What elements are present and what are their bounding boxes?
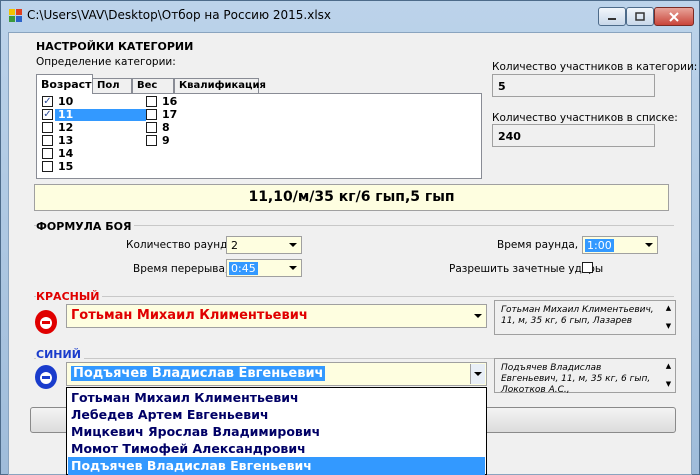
tab-qualification[interactable]: Квалификация [174,78,266,93]
red-fighter-select[interactable]: Готьман Михаил Климентьевич [66,304,487,328]
dropdown-item[interactable]: Момот Тимофей Александрович [68,440,485,458]
age-checkbox[interactable] [146,122,157,133]
chevron-down-icon [645,243,653,247]
maximize-button[interactable] [626,7,654,26]
count-in-category-label: Количество участников в категории: [492,61,698,73]
dropdown-item[interactable]: Готьман Михаил Климентьевич [68,389,485,407]
age-checkbox[interactable] [42,148,53,159]
title-bar[interactable]: C:\Users\VAV\Desktop\Отбор на Россию 201… [0,0,700,32]
age-option-label: 14 [58,147,74,160]
rounds-select[interactable]: 2 [226,236,302,254]
blue-fighter-name: Подъячев Владислав Евгеньевич [71,366,326,381]
age-option-label: 10 [58,95,74,108]
red-corner-header: КРАСНЫЙ [36,290,103,303]
age-option-label: 13 [58,134,74,147]
count-in-list-label: Количество участников в списке: [492,112,678,124]
scroll-up-icon[interactable]: ▲ [664,303,673,314]
age-option-label: 9 [162,134,170,147]
dropdown-item[interactable]: Подъячев Владислав Евгеньевич [68,457,485,475]
age-checkbox[interactable] [42,161,53,172]
break-time-select[interactable]: 0:45 [226,259,302,277]
age-checkbox[interactable] [146,109,157,120]
blue-fighter-info: Подъячев Владислав Евгеньевич, 11, м, 35… [494,358,676,395]
allow-scoring-label: Разрешить зачетные удары [449,263,604,275]
blue-fighter-select[interactable]: Подъячев Владислав Евгеньевич [66,362,487,386]
chevron-down-icon [289,243,297,247]
close-icon [669,11,679,22]
round-time-select[interactable]: 1:00 [582,236,658,254]
break-time-label: Время перерыва, с: [133,263,241,275]
chevron-down-icon [289,266,297,270]
scrollbar[interactable]: ▲ ▼ [664,361,673,390]
minimize-button[interactable] [598,7,626,26]
group-divider [34,296,674,297]
age-checkbox[interactable] [146,135,157,146]
blue-fighter-dropdown-list[interactable]: Готьман Михаил Климентьевич Лебедев Артем… [66,387,487,475]
category-settings-header: НАСТРОЙКИ КАТЕГОРИИ [36,40,194,53]
age-checkbox[interactable] [42,135,53,146]
window-title: C:\Users\VAV\Desktop\Отбор на Россию 201… [27,8,332,22]
close-button[interactable] [654,7,694,26]
age-checkbox[interactable] [42,122,53,133]
age-option-label: 17 [162,108,178,121]
age-checkbox[interactable]: ✓ [42,109,53,120]
scrollbar[interactable]: ▲ ▼ [664,303,673,332]
red-fighter-info: Готьман Михаил Климентьевич, 11, м, 35 к… [494,300,676,335]
age-checklist[interactable] [36,93,482,179]
tab-age[interactable]: Возраст [36,74,93,94]
round-time-value: 1:00 [585,239,614,252]
age-checkbox[interactable] [146,96,157,107]
maximize-icon [635,11,645,21]
dropdown-item[interactable]: Мицкевич Ярослав Владимирович [68,423,485,441]
red-helmet-icon [35,310,57,334]
allow-scoring-checkbox[interactable] [582,262,593,273]
age-option-label: 11 [58,108,74,121]
age-option-label: 16 [162,95,178,108]
app-icon [9,9,22,22]
count-in-category-field: 5 [492,74,655,97]
break-time-value: 0:45 [229,262,258,275]
age-checkbox[interactable]: ✓ [42,96,53,107]
dropdown-item[interactable]: Лебедев Артем Евгеньевич [68,406,485,424]
rounds-value: 2 [231,239,238,252]
tab-gender[interactable]: Пол [92,78,132,93]
minimize-icon [608,17,616,20]
red-fighter-name: Готьман Михаил Климентьевич [71,308,308,323]
age-option-label: 15 [58,160,74,173]
blue-helmet-icon [35,365,57,389]
category-definition-label: Определение категории: [36,56,176,68]
chevron-down-icon [474,314,482,318]
tab-weight[interactable]: Вес [132,78,174,93]
round-time-label: Время раунда, с: [497,239,591,251]
blue-fighter-info-text: Подъячев Владислав Евгеньевич, 11, м, 35… [501,363,651,395]
count-in-list-field: 240 [492,124,655,147]
blue-corner-header: СИНИЙ [36,348,84,361]
scroll-up-icon[interactable]: ▲ [664,361,673,372]
scroll-down-icon[interactable]: ▼ [664,321,673,332]
age-option-label: 8 [162,121,170,134]
age-option-label: 12 [58,121,74,134]
scroll-down-icon[interactable]: ▼ [664,379,673,390]
chevron-down-icon [474,372,482,376]
formula-header: ФОРМУЛА БОЯ [36,220,135,233]
red-fighter-info-text: Готьман Михаил Климентьевич, 11, м, 35 к… [501,305,654,326]
dropdown-button[interactable] [470,364,485,384]
category-summary: 11,10/м/35 кг/6 гып,5 гып [34,184,669,211]
